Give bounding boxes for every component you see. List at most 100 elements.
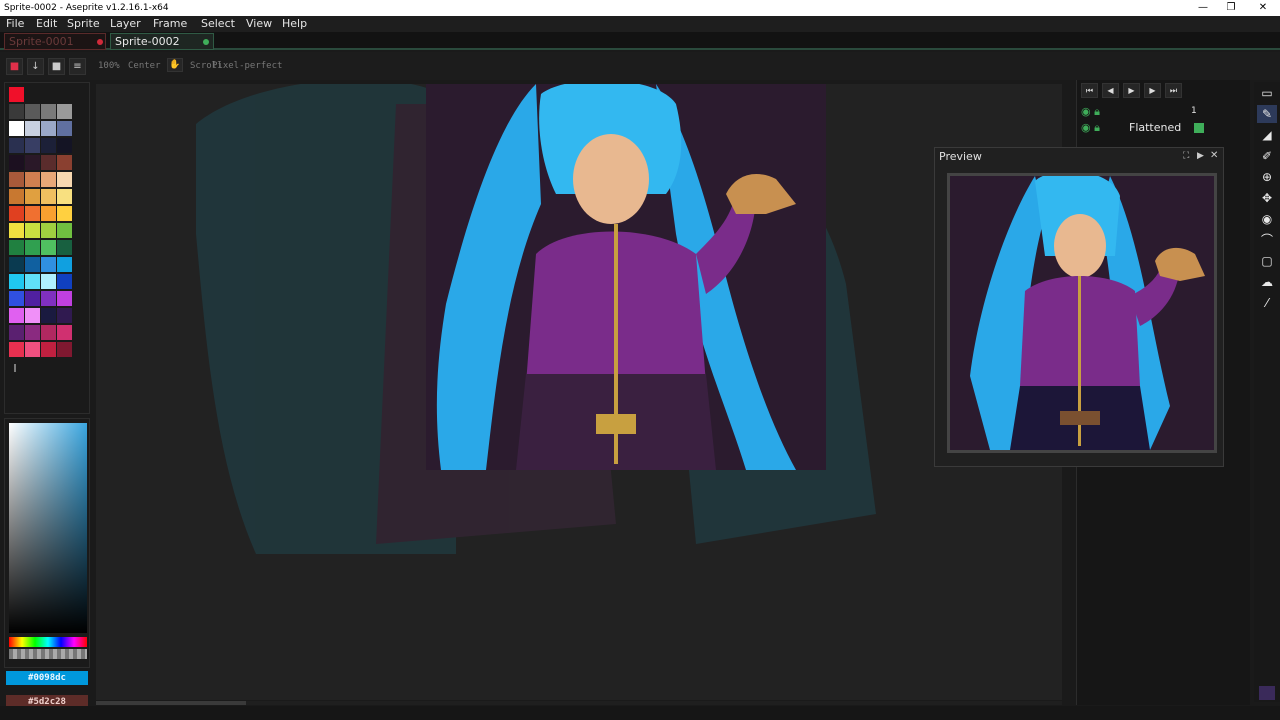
palette-swatch[interactable] <box>41 87 56 102</box>
arrow-down-icon[interactable]: ↓ <box>27 58 44 75</box>
palette-swatch[interactable] <box>57 206 72 221</box>
palette-swatch[interactable] <box>57 325 72 340</box>
palette-swatch[interactable] <box>25 121 40 136</box>
hue-slider[interactable] <box>9 637 87 647</box>
menu-help[interactable]: Help <box>282 16 307 32</box>
palette-swatch[interactable] <box>57 172 72 187</box>
move-tool-icon[interactable]: ✥ <box>1257 189 1277 207</box>
minimize-button[interactable]: — <box>1188 0 1218 16</box>
palette-swatch[interactable] <box>25 138 40 153</box>
palette-swatch[interactable] <box>25 87 40 102</box>
palette-swatch[interactable] <box>25 257 40 272</box>
pencil-tool-icon[interactable]: ✎ <box>1257 105 1277 123</box>
palette-swatch[interactable] <box>25 240 40 255</box>
palette-swatch[interactable] <box>41 104 56 119</box>
palette-swatch[interactable] <box>41 189 56 204</box>
palette-swatch[interactable] <box>57 121 72 136</box>
square-icon[interactable]: ■ <box>48 58 65 75</box>
close-icon[interactable]: ✕ <box>1210 150 1218 161</box>
palette-swatch[interactable] <box>41 121 56 136</box>
first-frame-button[interactable]: ⏮ <box>1081 83 1098 98</box>
previous-frame-button[interactable]: ◀ <box>1102 83 1119 98</box>
palette-swatch[interactable] <box>9 223 24 238</box>
saturation-value-box[interactable] <box>9 423 87 633</box>
zoom-tool-icon[interactable]: ⊕ <box>1257 168 1277 186</box>
palette-swatch[interactable] <box>25 308 40 323</box>
center-button[interactable]: Center <box>128 61 161 71</box>
palette-swatch[interactable] <box>25 104 40 119</box>
palette-swatch[interactable] <box>9 325 24 340</box>
last-frame-button[interactable]: ⏭ <box>1165 83 1182 98</box>
menu-select[interactable]: Select <box>201 16 235 32</box>
palette-swatch[interactable] <box>41 291 56 306</box>
palette-swatch[interactable] <box>9 121 24 136</box>
hand-icon[interactable]: ✋ <box>167 58 183 72</box>
foreground-color-hex[interactable]: #0098dc <box>6 671 88 685</box>
tab-sprite-0001[interactable]: Sprite-0001 <box>4 33 106 50</box>
palette-swatch[interactable] <box>57 308 72 323</box>
expand-icon[interactable]: ⛶ <box>1183 151 1189 161</box>
palette-swatch[interactable] <box>57 223 72 238</box>
palette-swatch[interactable] <box>25 189 40 204</box>
pixel-perfect-toggle[interactable]: Pixel-perfect <box>212 61 282 71</box>
play-icon[interactable]: ▶ <box>1197 151 1204 161</box>
menu-lines-icon[interactable]: ≡ <box>69 58 86 75</box>
palette-swatch[interactable] <box>9 104 24 119</box>
palette-swatch[interactable] <box>9 206 24 221</box>
curve-tool-icon[interactable]: ⌒ <box>1257 231 1277 249</box>
menu-file[interactable]: File <box>6 16 24 32</box>
palette-swatch[interactable] <box>9 240 24 255</box>
palette-swatch[interactable] <box>41 206 56 221</box>
palette-swatch[interactable] <box>57 274 72 289</box>
palette-swatch[interactable] <box>41 172 56 187</box>
palette-swatch[interactable] <box>25 291 40 306</box>
palette-swatch[interactable] <box>41 223 56 238</box>
palette-swatch[interactable] <box>57 257 72 272</box>
zoom-label[interactable]: 100% <box>98 61 120 71</box>
layer-row-flattened[interactable]: ◉ 🔒︎ Flattened <box>1081 120 1206 135</box>
cel-indicator[interactable] <box>1194 123 1204 133</box>
palette-swatch[interactable] <box>25 274 40 289</box>
eye-icon[interactable]: ◉ <box>1081 121 1091 134</box>
palette-swatch[interactable] <box>57 240 72 255</box>
menu-layer[interactable]: Layer <box>110 16 141 32</box>
palette-swatch[interactable] <box>25 172 40 187</box>
palette-swatch[interactable] <box>41 342 56 357</box>
palette-swatch[interactable] <box>41 325 56 340</box>
palette-swatch[interactable] <box>9 189 24 204</box>
palette-swatch[interactable] <box>9 138 24 153</box>
menu-sprite[interactable]: Sprite <box>67 16 100 32</box>
palette-swatch[interactable] <box>57 155 72 170</box>
grid-toggle-icon[interactable] <box>1259 686 1275 700</box>
maximize-button[interactable]: ❐ <box>1216 0 1246 16</box>
close-button[interactable]: ✕ <box>1248 0 1278 16</box>
rectangle-tool-icon[interactable]: ▢ <box>1257 252 1277 270</box>
marquee-tool-icon[interactable]: ▭ <box>1257 84 1277 102</box>
horizontal-scrollbar[interactable] <box>96 701 1062 705</box>
palette-swatch[interactable] <box>9 291 24 306</box>
palette-swatch[interactable] <box>41 308 56 323</box>
palette-swatch[interactable] <box>25 223 40 238</box>
lock-icon[interactable]: 🔒︎ <box>1094 121 1100 134</box>
palette-swatch[interactable] <box>57 87 72 102</box>
palette-swatch[interactable] <box>57 189 72 204</box>
menu-frame[interactable]: Frame <box>153 16 187 32</box>
palette-swatch[interactable] <box>41 138 56 153</box>
palette-swatch[interactable] <box>9 342 24 357</box>
fill-tool-icon[interactable]: ◉ <box>1257 210 1277 228</box>
palette-swatch[interactable] <box>57 104 72 119</box>
palette-swatch[interactable] <box>25 325 40 340</box>
palette-swatch[interactable] <box>57 291 72 306</box>
eraser-tool-icon[interactable]: ◢ <box>1257 126 1277 144</box>
preview-window[interactable]: Preview ⛶ ▶ ✕ <box>934 147 1224 467</box>
palette-swatch[interactable] <box>57 138 72 153</box>
palette-swatch[interactable] <box>41 257 56 272</box>
menu-view[interactable]: View <box>246 16 272 32</box>
palette-swatch[interactable] <box>9 87 24 102</box>
palette-swatch[interactable] <box>9 172 24 187</box>
menu-edit[interactable]: Edit <box>36 16 57 32</box>
tab-sprite-0002[interactable]: Sprite-0002 <box>110 33 214 50</box>
palette-swatch[interactable] <box>57 342 72 357</box>
alpha-slider[interactable] <box>9 649 87 659</box>
palette-resize-icon[interactable]: ‖ <box>13 363 17 372</box>
